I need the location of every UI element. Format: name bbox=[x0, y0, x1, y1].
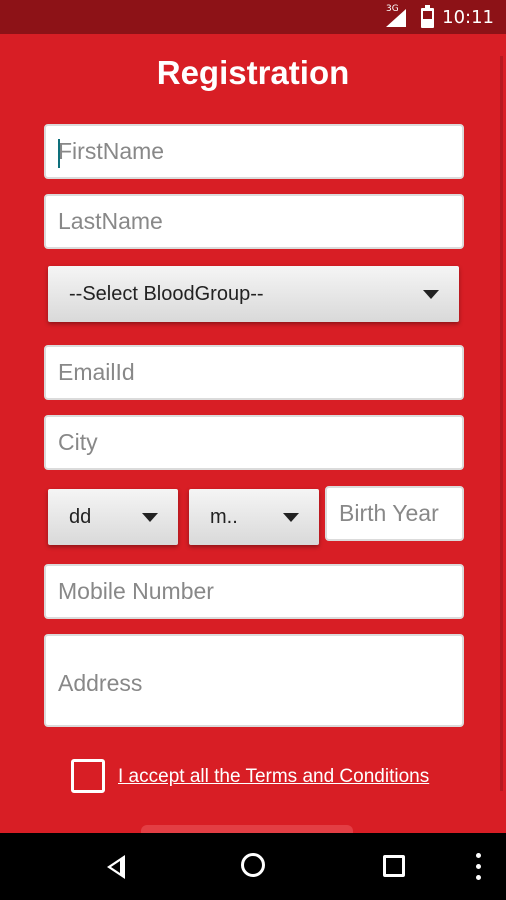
city-field[interactable] bbox=[44, 415, 464, 470]
blood-group-select[interactable]: --Select BloodGroup-- bbox=[48, 266, 459, 322]
status-time: 10:11 bbox=[442, 7, 494, 28]
signal-icon bbox=[386, 9, 406, 27]
mobile-input[interactable] bbox=[46, 566, 462, 617]
terms-checkbox[interactable] bbox=[71, 759, 105, 793]
day-value: dd bbox=[69, 506, 92, 528]
birth-year-input[interactable] bbox=[327, 488, 462, 539]
first-name-field[interactable] bbox=[44, 124, 464, 179]
first-name-input[interactable] bbox=[46, 126, 462, 177]
address-field[interactable] bbox=[44, 634, 464, 727]
mobile-field[interactable] bbox=[44, 564, 464, 619]
birth-year-field[interactable] bbox=[325, 486, 464, 541]
text-cursor bbox=[58, 139, 60, 168]
email-input[interactable] bbox=[46, 347, 462, 398]
last-name-field[interactable] bbox=[44, 194, 464, 249]
overflow-menu-icon[interactable] bbox=[448, 833, 506, 900]
terms-link[interactable]: I accept all the Terms and Conditions bbox=[118, 766, 429, 788]
navigation-bar bbox=[0, 833, 506, 900]
address-input[interactable] bbox=[46, 636, 462, 725]
battery-icon bbox=[421, 5, 434, 28]
page-title: Registration bbox=[156, 54, 350, 91]
home-icon[interactable] bbox=[224, 833, 284, 900]
back-icon[interactable] bbox=[84, 833, 144, 900]
blood-group-value: --Select BloodGroup-- bbox=[69, 283, 264, 305]
dropdown-arrow-icon bbox=[283, 513, 299, 522]
recent-apps-icon[interactable] bbox=[364, 833, 424, 900]
city-input[interactable] bbox=[46, 417, 462, 468]
scrollbar[interactable] bbox=[500, 56, 503, 791]
day-select[interactable]: dd bbox=[48, 489, 178, 545]
last-name-input[interactable] bbox=[46, 196, 462, 247]
month-value: m.. bbox=[210, 506, 238, 528]
dropdown-arrow-icon bbox=[142, 513, 158, 522]
registration-screen: Registration --Select BloodGroup-- dd m.… bbox=[0, 34, 506, 833]
email-field[interactable] bbox=[44, 345, 464, 400]
dropdown-arrow-icon bbox=[423, 290, 439, 299]
status-bar: 3G 10:11 bbox=[0, 0, 506, 34]
register-button[interactable] bbox=[141, 825, 353, 833]
month-select[interactable]: m.. bbox=[189, 489, 319, 545]
